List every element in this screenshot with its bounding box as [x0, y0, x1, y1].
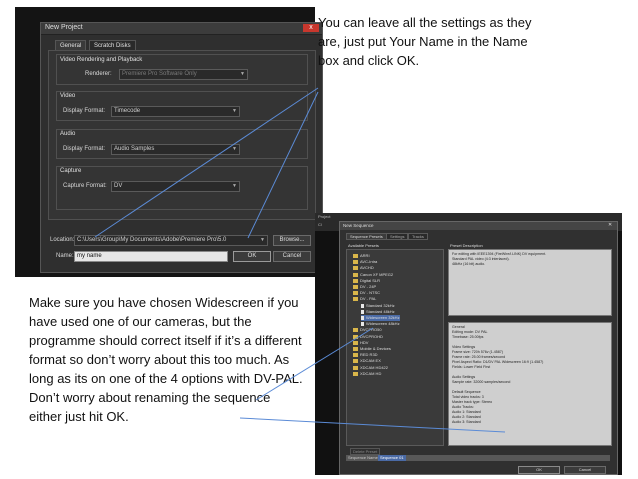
- pointer-to-preset: [255, 327, 374, 401]
- pointer-to-ok-button: [247, 91, 319, 239]
- callout-pointers: [94, 87, 506, 433]
- pointer-to-sequence-ok: [239, 417, 506, 433]
